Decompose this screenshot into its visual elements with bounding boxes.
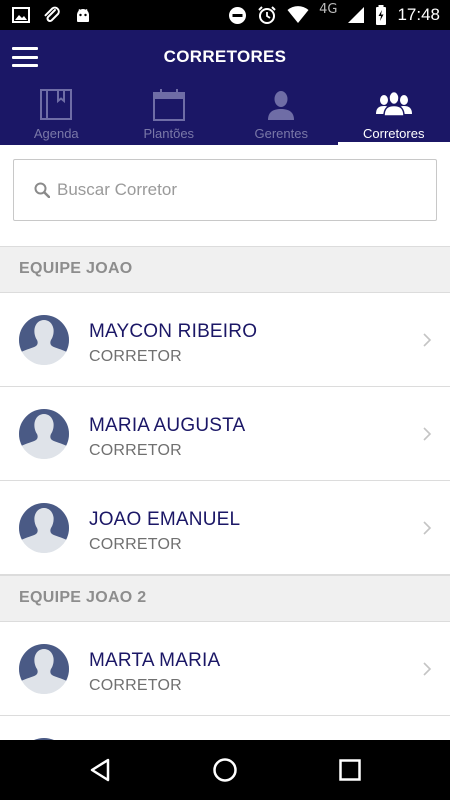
chevron-right-icon — [423, 333, 432, 347]
chevron-right-icon — [423, 427, 432, 441]
android-icon — [77, 9, 89, 22]
tab-agenda[interactable]: Agenda — [0, 85, 113, 145]
section-header: EQUIPE JOAO — [0, 246, 450, 293]
do-not-disturb-icon — [229, 6, 247, 24]
system-nav-bar — [0, 740, 450, 800]
avatar-placeholder-icon — [19, 409, 69, 459]
tab-plantoes[interactable]: Plantões — [113, 85, 226, 145]
broker-role: CORRETOR — [89, 677, 182, 694]
recents-icon[interactable] — [336, 756, 364, 784]
broker-name: MAYCON RIBEIRO — [89, 321, 258, 342]
section-title: EQUIPE JOAO — [19, 260, 133, 277]
page-title: CORRETORES — [163, 47, 287, 66]
avatar — [19, 644, 69, 694]
avatar — [19, 315, 69, 365]
tab-gerentes[interactable]: Gerentes — [225, 85, 338, 145]
group-icon — [375, 90, 412, 117]
tab-agenda-label: Agenda — [33, 126, 79, 141]
tab-bar: Agenda Plantões Gerentes Corretores — [0, 85, 450, 145]
book-icon — [40, 89, 73, 120]
broker-name: JOAO EMANUEL — [89, 509, 241, 530]
chevron-right-icon — [423, 521, 432, 535]
avatar-placeholder-icon — [19, 315, 69, 365]
avatar — [19, 409, 69, 459]
back-icon[interactable] — [86, 756, 114, 784]
paperclip-icon — [44, 6, 60, 22]
broker-name: MARTA MARIA — [89, 650, 221, 671]
network-type: 4G — [319, 1, 338, 17]
status-bar: 4G 17:48 — [0, 0, 450, 30]
chevron-right-icon — [423, 662, 432, 676]
signal-icon — [348, 7, 365, 23]
list-item[interactable]: MARTA MARIA CORRETOR — [0, 622, 450, 716]
tab-plantoes-label: Plantões — [143, 126, 195, 141]
avatar-placeholder-icon — [19, 644, 69, 694]
list-item[interactable]: JOAO EMANUEL CORRETOR — [0, 481, 450, 575]
tab-gerentes-label: Gerentes — [254, 126, 308, 141]
tab-corretores[interactable]: Corretores — [337, 85, 450, 145]
section-header: EQUIPE JOAO 2 — [0, 575, 450, 622]
broker-role: CORRETOR — [89, 536, 182, 553]
broker-role: CORRETOR — [89, 348, 182, 365]
search-area — [0, 145, 450, 247]
search-input[interactable] — [57, 170, 427, 210]
search-box[interactable] — [13, 159, 437, 221]
wifi-icon — [287, 6, 309, 23]
battery-charging-icon — [376, 5, 387, 25]
tab-corretores-label: Corretores — [363, 126, 425, 141]
app-header: CORRETORES Agenda Plantões Gerentes Corr… — [0, 30, 450, 145]
search-icon — [34, 182, 50, 198]
section-title: EQUIPE JOAO 2 — [19, 589, 147, 606]
avatar — [19, 503, 69, 553]
broker-name: MARIA AUGUSTA — [89, 415, 246, 436]
calendar-icon — [152, 89, 185, 121]
broker-role: CORRETOR — [89, 442, 182, 459]
list-item[interactable]: MAYCON RIBEIRO CORRETOR — [0, 293, 450, 387]
image-icon — [12, 7, 30, 23]
home-icon[interactable] — [211, 756, 239, 784]
clock: 17:48 — [397, 5, 440, 24]
person-icon — [268, 91, 295, 120]
avatar-placeholder-icon — [19, 503, 69, 553]
alarm-icon — [258, 6, 276, 24]
list-item[interactable]: MARIA AUGUSTA CORRETOR — [0, 387, 450, 481]
